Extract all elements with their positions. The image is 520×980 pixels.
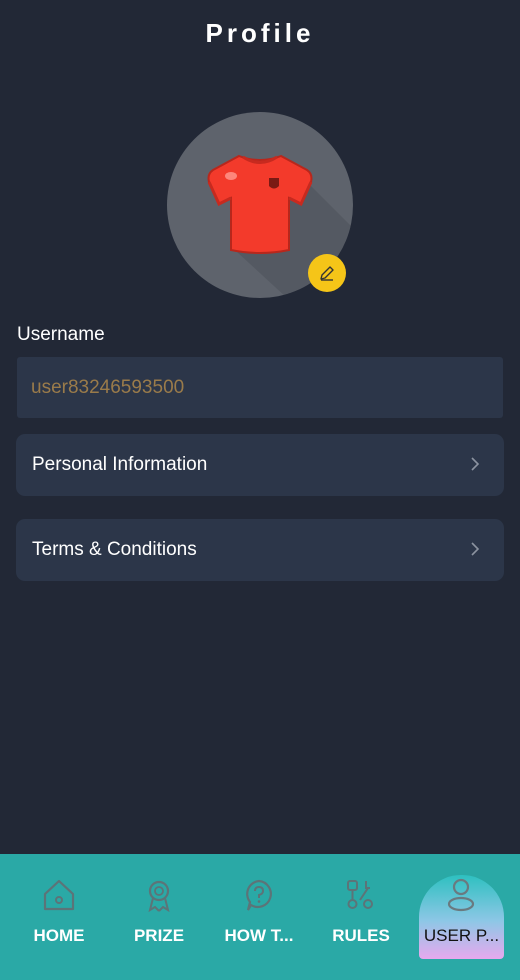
personal-information-label: Personal Information [32,454,208,475]
user-icon [447,878,475,912]
page-title: Profile [205,18,315,48]
award-icon [148,880,170,913]
avatar-container [167,112,353,298]
home-icon [43,879,75,911]
rules-icon [347,880,373,909]
nav-home-label: HOME [33,926,85,945]
profile-screen: Profile Username user83246593500 Persona… [0,0,520,980]
nav-how-to[interactable]: HOW T... [218,854,300,980]
nav-home[interactable]: HOME [18,854,100,980]
nav-user-profile-label: USER P... [423,926,500,945]
personal-information-row[interactable]: Personal Information [16,434,504,496]
nav-user-profile[interactable]: USER P... [419,854,504,980]
nav-rules[interactable]: RULES [320,854,402,980]
nav-prize[interactable]: PRIZE [118,854,200,980]
terms-conditions-row[interactable]: Terms & Conditions [16,519,504,581]
chevron-right-icon [470,455,480,476]
terms-conditions-label: Terms & Conditions [32,539,197,560]
bottom-nav: HOME PRIZE HOW T... RULES USER P... [0,854,520,980]
edit-avatar-button[interactable] [308,254,346,292]
nav-rules-label: RULES [332,926,390,945]
nav-how-to-label: HOW T... [224,926,294,945]
nav-prize-label: PRIZE [133,926,185,945]
username-field[interactable] [17,357,503,418]
pencil-icon [320,266,334,281]
question-icon [246,879,272,911]
chevron-right-icon [470,540,480,561]
username-label: Username [17,324,105,345]
